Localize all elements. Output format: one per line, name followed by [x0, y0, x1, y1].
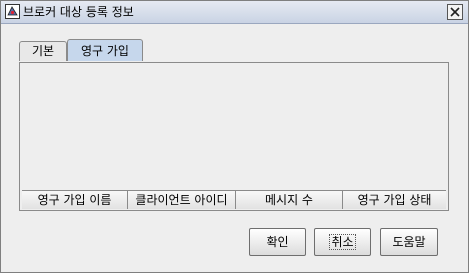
help-button[interactable]: 도움말 — [380, 228, 438, 256]
column-header-subscription-name[interactable]: 영구 가입 이름 — [22, 191, 128, 209]
subscription-table-header: 영구 가입 이름 클라이언트 아이디 메시지 수 영구 가입 상태 — [22, 190, 446, 209]
ok-button[interactable]: 확인 — [249, 228, 306, 256]
dialog-window: 브로커 대상 등록 정보 기본 영구 가입 영구 가입 이름 클라이언트 아이디… — [0, 0, 469, 273]
cancel-button[interactable]: 취소 — [314, 228, 371, 256]
column-header-subscription-state[interactable]: 영구 가입 상태 — [343, 191, 446, 209]
cancel-button-label: 취소 — [329, 234, 356, 250]
close-icon — [450, 7, 460, 17]
tab-basic[interactable]: 기본 — [19, 41, 67, 61]
tab-permanent-subscription[interactable]: 영구 가입 — [67, 39, 143, 61]
title-bar[interactable]: 브로커 대상 등록 정보 — [1, 1, 468, 24]
app-icon — [5, 4, 20, 19]
column-header-message-count[interactable]: 메시지 수 — [236, 191, 343, 209]
help-button-label: 도움말 — [392, 235, 426, 249]
ok-button-label: 확인 — [266, 235, 289, 249]
tab-panel: 영구 가입 이름 클라이언트 아이디 메시지 수 영구 가입 상태 — [19, 62, 449, 211]
window-title: 브로커 대상 등록 정보 — [23, 5, 134, 19]
column-header-client-id[interactable]: 클라이언트 아이디 — [128, 191, 236, 209]
close-button[interactable] — [447, 4, 463, 20]
